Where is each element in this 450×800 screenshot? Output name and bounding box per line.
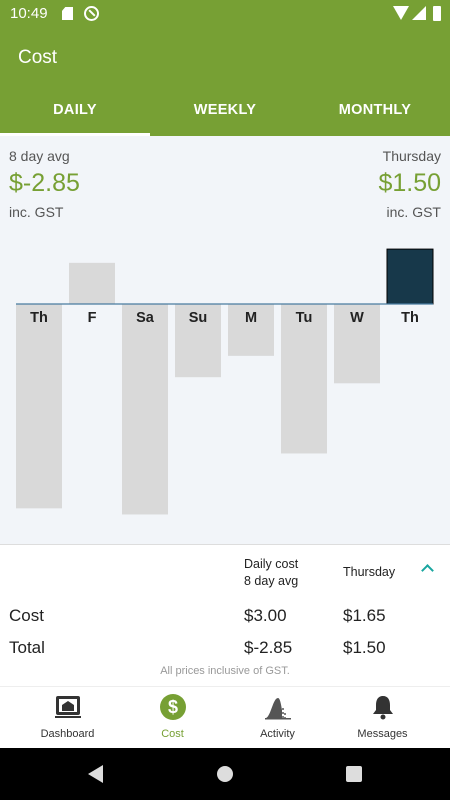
home-icon[interactable]: [217, 766, 233, 782]
col-header-avg: Daily cost 8 day avg: [244, 556, 298, 590]
row-total-label: Total: [9, 638, 45, 657]
chevron-up-icon[interactable]: [418, 559, 438, 579]
day-label-0: Th: [30, 310, 48, 326]
sync-icon: [84, 6, 99, 21]
tab-daily[interactable]: DAILY: [0, 92, 150, 136]
day-label-6: W: [350, 310, 364, 326]
col-header-avg-line1: Daily cost: [244, 557, 299, 571]
wifi-icon: [393, 6, 409, 20]
selected-day-value: $1.50: [378, 169, 441, 197]
nav-activity-label: Activity: [260, 728, 295, 740]
activity-icon: [265, 698, 291, 720]
selected-day-label: Thursday: [382, 148, 441, 164]
nav-dashboard-label: Dashboard: [40, 728, 95, 740]
bar-5[interactable]: [281, 304, 327, 454]
tab-monthly[interactable]: MONTHLY: [300, 92, 450, 136]
back-icon[interactable]: [88, 765, 103, 783]
signal-icon: [412, 6, 426, 20]
row-cost-label: Cost: [9, 606, 44, 625]
dashboard-icon: [55, 696, 81, 718]
chart-area: Th F Sa Su M Tu W Th 8 day avg $-2.85 inc. GST …: [0, 136, 450, 544]
status-time: 10:49: [10, 5, 48, 22]
bell-icon: [373, 696, 393, 720]
avg-label: 8 day avg: [9, 148, 70, 164]
bottom-nav: Dashboard $ Cost Activity Messages: [0, 686, 450, 748]
day-label-7: Th: [401, 310, 419, 326]
nav-messages-label: Messages: [357, 728, 408, 740]
row-cost-avg: $3.00: [244, 606, 287, 625]
row-total-day: $1.50: [343, 638, 386, 657]
col-header-day: Thursday: [343, 565, 396, 579]
selected-day-gst-label: inc. GST: [386, 204, 441, 220]
tab-weekly-label: WEEKLY: [193, 102, 257, 118]
nav-activity[interactable]: Activity: [225, 687, 330, 749]
day-label-1: F: [88, 310, 97, 326]
day-label-4: M: [245, 310, 257, 326]
row-total-avg: $-2.85: [244, 638, 293, 657]
dollar-icon: $: [160, 694, 186, 720]
tab-weekly[interactable]: WEEKLY: [150, 92, 300, 136]
day-label-5: Tu: [296, 310, 313, 326]
bar-1[interactable]: [69, 262, 115, 304]
nav-cost[interactable]: $ Cost: [120, 687, 225, 749]
gst-footnote: All prices inclusive of GST.: [160, 665, 290, 677]
system-nav-bar: [0, 748, 450, 800]
row-cost-day: $1.65: [343, 606, 386, 625]
battery-icon: [433, 6, 441, 21]
nav-cost-label: Cost: [161, 728, 184, 740]
sd-card-icon: [62, 7, 73, 20]
nav-dashboard[interactable]: Dashboard: [15, 687, 120, 749]
day-label-3: Su: [189, 310, 208, 326]
tab-daily-label: DAILY: [53, 102, 97, 118]
svg-text:$: $: [168, 697, 178, 717]
bar-2[interactable]: [122, 304, 168, 515]
day-label-2: Sa: [136, 310, 155, 326]
cost-summary-table: Daily cost 8 day avg Thursday Cost $3.00…: [0, 544, 450, 686]
nav-messages[interactable]: Messages: [330, 687, 435, 749]
recents-icon[interactable]: [346, 766, 362, 782]
status-bar: 10:49: [0, 0, 450, 28]
col-header-avg-line2: 8 day avg: [244, 574, 299, 588]
avg-gst-label: inc. GST: [9, 204, 64, 220]
bar-7[interactable]: [386, 248, 434, 305]
tab-monthly-label: MONTHLY: [338, 102, 412, 118]
avg-value: $-2.85: [9, 169, 80, 197]
bar-0[interactable]: [16, 304, 62, 509]
page-title: Cost: [18, 47, 58, 68]
app-bar: Cost DAILY WEEKLY MONTHLY: [0, 28, 450, 136]
